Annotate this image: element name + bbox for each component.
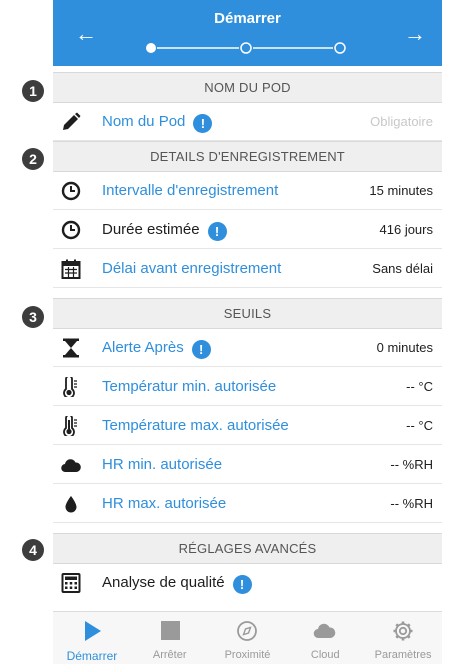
annotation-marker-4: 4	[22, 539, 44, 561]
row-value: 0 minutes	[376, 340, 433, 355]
nav-stop[interactable]: Arrêter	[131, 612, 209, 664]
row-label: Nom du Pod!	[102, 113, 213, 133]
next-arrow-icon[interactable]: →	[404, 23, 426, 45]
nav-label: Paramètres	[374, 649, 432, 661]
row-label: HR min. autorisée	[102, 456, 223, 473]
section-header-thresholds: SEUILS	[53, 298, 442, 329]
info-badge-icon[interactable]: !	[207, 222, 227, 241]
info-badge-icon[interactable]: !	[193, 114, 213, 133]
row-alert-after[interactable]: Alerte Après! 0 minutes	[53, 329, 442, 367]
pod-name-field[interactable]: Obligatoire	[370, 114, 433, 129]
cloud-icon	[61, 459, 81, 473]
annotation-marker-2: 2	[22, 148, 44, 170]
nav-label: Proximité	[224, 649, 271, 661]
step-dot-3	[334, 42, 346, 54]
row-hr-min[interactable]: HR min. autorisée -- %RH	[53, 446, 442, 484]
stop-icon	[160, 621, 180, 640]
nav-start[interactable]: Démarrer	[53, 612, 131, 664]
row-start-delay[interactable]: Délai avant enregistrement Sans délai	[53, 250, 442, 288]
row-value: Sans délai	[372, 261, 433, 276]
nav-proximity[interactable]: Proximité	[209, 612, 287, 664]
row-pod-name[interactable]: Nom du Pod! Obligatoire	[53, 103, 442, 141]
info-badge-icon[interactable]: !	[191, 340, 211, 359]
app-header: ← Démarrer →	[53, 0, 442, 66]
step-dot-2	[240, 42, 252, 54]
annotation-marker-3: 3	[22, 306, 44, 328]
row-value: 416 jours	[379, 222, 433, 237]
clock-icon	[61, 220, 81, 240]
info-badge-icon[interactable]: !	[232, 575, 252, 594]
step-dot-1	[146, 43, 156, 53]
nav-label: Démarrer	[66, 649, 118, 663]
gear-icon	[393, 621, 413, 641]
nav-settings[interactable]: Paramètres	[364, 612, 442, 664]
row-label: Durée estimée!	[102, 221, 227, 241]
row-estimated-duration[interactable]: Durée estimée! 416 jours	[53, 211, 442, 249]
bottom-navigation: Démarrer Arrêter Proximité Cloud Paramèt…	[53, 611, 442, 664]
section-header-pod-name: NOM DU POD	[53, 72, 442, 103]
page-title: Démarrer	[214, 10, 281, 27]
row-hr-max[interactable]: HR max. autorisée -- %RH	[53, 485, 442, 523]
section-header-recording: DETAILS D'ENREGISTREMENT	[53, 141, 442, 172]
cloud-icon	[314, 623, 336, 639]
annotation-marker-1: 1	[22, 80, 44, 102]
hourglass-icon	[63, 338, 79, 358]
thermometer-low-icon	[63, 377, 77, 397]
row-label: HR max. autorisée	[102, 495, 227, 512]
row-recording-interval[interactable]: Intervalle d'enregistrement 15 minutes	[53, 172, 442, 210]
clock-icon	[61, 181, 81, 201]
row-quality-analysis[interactable]: Analyse de qualité!	[53, 564, 442, 602]
phone-screen: ← Démarrer → NOM DU POD Nom du Pod! Obli…	[53, 0, 442, 664]
row-value: -- %RH	[390, 457, 433, 472]
calculator-icon	[61, 573, 81, 593]
row-label: Intervalle d'enregistrement	[102, 182, 279, 199]
nav-label: Cloud	[310, 649, 340, 661]
drop-icon	[65, 496, 77, 513]
row-temp-min[interactable]: Températur min. autorisée -- °C	[53, 368, 442, 406]
row-label: Analyse de qualité!	[102, 574, 252, 594]
row-label: Délai avant enregistrement	[102, 260, 282, 277]
row-value: -- %RH	[390, 496, 433, 511]
row-temp-max[interactable]: Température max. autorisée -- °C	[53, 407, 442, 445]
compass-icon	[237, 621, 258, 641]
step-indicator	[146, 42, 346, 54]
play-icon	[84, 621, 101, 641]
row-label: Températur min. autorisée	[102, 378, 277, 395]
row-value: -- °C	[406, 379, 433, 394]
row-label: Alerte Après!	[102, 339, 211, 359]
row-value: 15 minutes	[369, 183, 433, 198]
section-header-advanced: RÉGLAGES AVANCÉS	[53, 533, 442, 564]
calendar-icon	[61, 259, 81, 279]
nav-cloud[interactable]: Cloud	[286, 612, 364, 664]
pencil-icon	[63, 112, 81, 130]
row-label: Température max. autorisée	[102, 417, 289, 434]
nav-label: Arrêter	[152, 649, 187, 661]
row-value: -- °C	[406, 418, 433, 433]
thermometer-high-icon	[63, 416, 77, 436]
